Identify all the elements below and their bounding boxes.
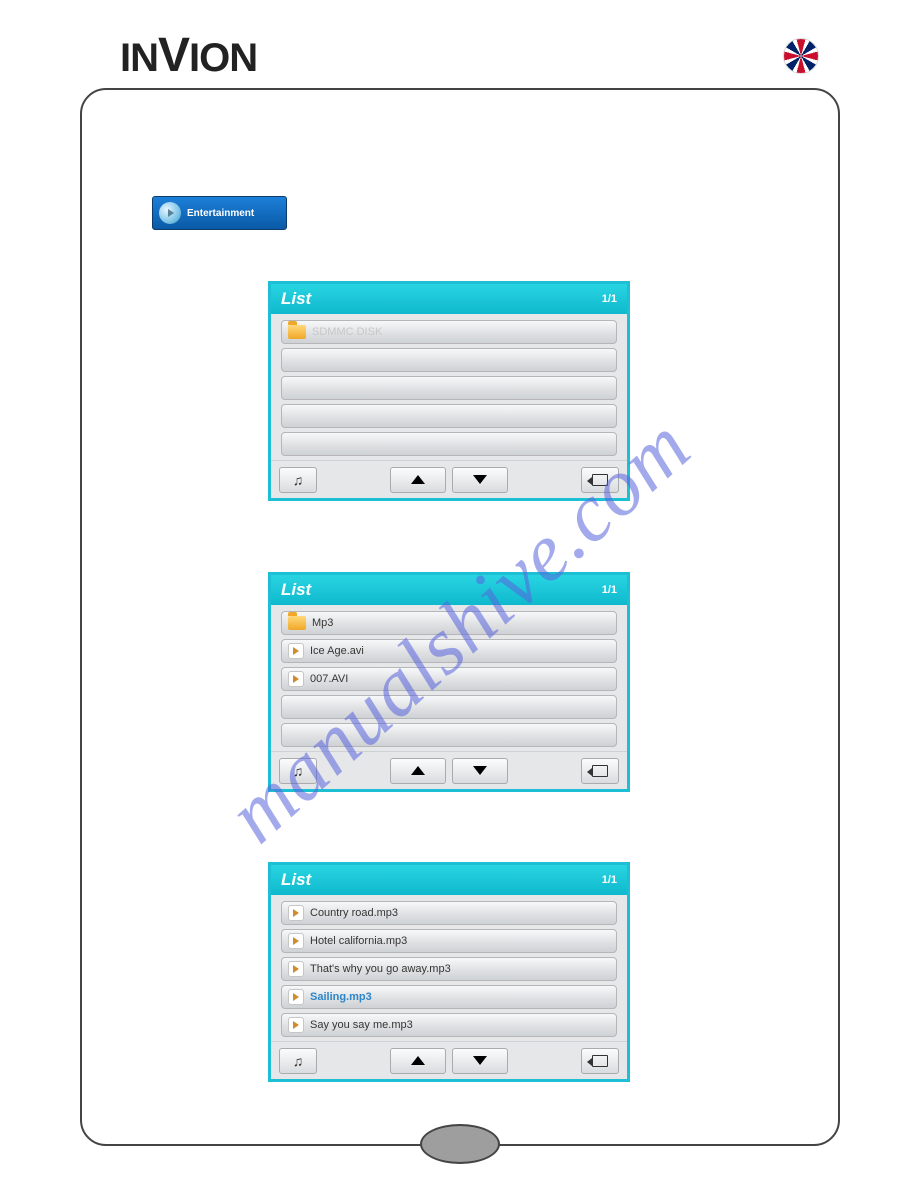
item-label: Hotel california.mp3: [310, 935, 407, 947]
media-icon: [288, 1017, 304, 1033]
panel-body: Mp3 Ice Age.avi 007.AVI: [271, 605, 627, 751]
item-label: Sailing.mp3: [310, 991, 372, 1003]
entertainment-label: Entertainment: [187, 208, 254, 219]
list-item[interactable]: [281, 404, 617, 428]
play-icon: [159, 202, 181, 224]
list-panel-3: List 1/1 Country road.mp3 Hotel californ…: [268, 862, 630, 1082]
music-button[interactable]: ♫: [279, 1048, 317, 1074]
list-item[interactable]: SDMMC DISK: [281, 320, 617, 344]
panel-title: List: [281, 580, 311, 600]
page-header: INVION: [120, 28, 818, 83]
triangle-down-icon: [473, 766, 487, 775]
list-item[interactable]: Hotel california.mp3: [281, 929, 617, 953]
panel-title: List: [281, 289, 311, 309]
list-item[interactable]: That's why you go away.mp3: [281, 957, 617, 981]
music-button[interactable]: ♫: [279, 758, 317, 784]
back-button[interactable]: [581, 467, 619, 493]
back-folder-icon: [592, 1055, 608, 1067]
triangle-up-icon: [411, 1056, 425, 1065]
panel-body: Country road.mp3 Hotel california.mp3 Th…: [271, 895, 627, 1041]
list-item[interactable]: [281, 723, 617, 747]
down-button[interactable]: [452, 1048, 508, 1074]
panel-page-indicator: 1/1: [602, 874, 617, 886]
panel-footer: ♫: [271, 1041, 627, 1079]
back-button[interactable]: [581, 1048, 619, 1074]
uk-flag-icon: [784, 39, 818, 73]
page-number-oval: [420, 1124, 500, 1164]
panel-title-bar: List 1/1: [271, 284, 627, 314]
back-button[interactable]: [581, 758, 619, 784]
list-item[interactable]: [281, 432, 617, 456]
item-label: 007.AVI: [310, 673, 348, 685]
media-icon: [288, 961, 304, 977]
panel-body: SDMMC DISK: [271, 314, 627, 460]
back-folder-icon: [592, 765, 608, 777]
list-item[interactable]: Mp3: [281, 611, 617, 635]
down-button[interactable]: [452, 467, 508, 493]
panel-title-bar: List 1/1: [271, 575, 627, 605]
media-icon: [288, 905, 304, 921]
item-label: Mp3: [312, 617, 333, 629]
folder-icon: [288, 616, 306, 630]
media-icon: [288, 989, 304, 1005]
panel-page-indicator: 1/1: [602, 584, 617, 596]
list-item[interactable]: [281, 695, 617, 719]
note-icon: ♫: [293, 763, 304, 779]
list-item[interactable]: Say you say me.mp3: [281, 1013, 617, 1037]
media-icon: [288, 643, 304, 659]
list-item[interactable]: [281, 376, 617, 400]
note-icon: ♫: [293, 472, 304, 488]
triangle-down-icon: [473, 475, 487, 484]
panel-title: List: [281, 870, 311, 890]
list-item[interactable]: Sailing.mp3: [281, 985, 617, 1009]
up-button[interactable]: [390, 758, 446, 784]
entertainment-button[interactable]: Entertainment: [152, 196, 287, 230]
item-label: Ice Age.avi: [310, 645, 364, 657]
brand-logo: INVION: [120, 28, 257, 83]
item-label: Country road.mp3: [310, 907, 398, 919]
list-item[interactable]: Country road.mp3: [281, 901, 617, 925]
list-item[interactable]: 007.AVI: [281, 667, 617, 691]
panel-page-indicator: 1/1: [602, 293, 617, 305]
triangle-up-icon: [411, 475, 425, 484]
panel-footer: ♫: [271, 751, 627, 789]
list-item[interactable]: Ice Age.avi: [281, 639, 617, 663]
up-button[interactable]: [390, 1048, 446, 1074]
list-panel-2: List 1/1 Mp3 Ice Age.avi 007.AVI ♫: [268, 572, 630, 792]
note-icon: ♫: [293, 1053, 304, 1069]
media-icon: [288, 933, 304, 949]
item-label: Say you say me.mp3: [310, 1019, 413, 1031]
back-folder-icon: [592, 474, 608, 486]
item-label: That's why you go away.mp3: [310, 963, 451, 975]
panel-title-bar: List 1/1: [271, 865, 627, 895]
folder-icon: [288, 325, 306, 339]
triangle-down-icon: [473, 1056, 487, 1065]
up-button[interactable]: [390, 467, 446, 493]
item-label: SDMMC DISK: [312, 326, 382, 338]
down-button[interactable]: [452, 758, 508, 784]
media-icon: [288, 671, 304, 687]
list-panel-1: List 1/1 SDMMC DISK ♫: [268, 281, 630, 501]
list-item[interactable]: [281, 348, 617, 372]
music-button[interactable]: ♫: [279, 467, 317, 493]
triangle-up-icon: [411, 766, 425, 775]
panel-footer: ♫: [271, 460, 627, 498]
